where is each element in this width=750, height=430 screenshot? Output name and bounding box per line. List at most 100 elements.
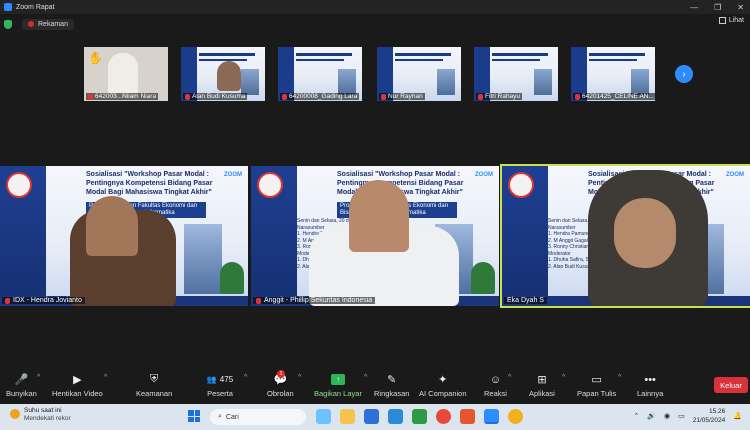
maximize-button[interactable]: ❐ xyxy=(714,3,721,12)
participants-label: Peserta xyxy=(207,389,233,398)
app-icon[interactable] xyxy=(412,409,427,424)
tray-chevron-icon[interactable]: ⌃ xyxy=(633,412,639,420)
video-tile[interactable]: Sosialisasi "Workshop Pasar Modal : Pent… xyxy=(251,166,499,306)
stop-video-button[interactable]: ▶ Hentikan Video xyxy=(52,370,103,404)
recording-label: Rekaman xyxy=(38,20,68,28)
zoom-window: Zoom Rapat — ❐ ✕ Rekaman Lihat ✋ 642003.… xyxy=(0,0,750,430)
reactions-options-caret[interactable]: ^ xyxy=(508,374,511,381)
record-dot-icon xyxy=(28,21,34,27)
thumbnail-tile[interactable]: 64200008_Gading Lara xyxy=(278,47,362,101)
participant-face xyxy=(614,198,676,268)
participant-video xyxy=(217,61,241,91)
leave-button[interactable]: Keluar xyxy=(714,377,748,393)
participants-options-caret[interactable]: ^ xyxy=(244,374,247,381)
mail-app-icon[interactable] xyxy=(388,409,403,424)
camera-icon: ▶ xyxy=(73,374,82,386)
reactions-button[interactable]: ☺ Reaksi xyxy=(484,370,507,404)
participant-name: Anggit - Phillip Sekuritas Indonesia xyxy=(264,297,373,304)
zoom-logo: ZOOM xyxy=(726,172,744,178)
browser-icon[interactable] xyxy=(508,409,523,424)
thumbnail-tile[interactable]: Fitri Rahayu xyxy=(474,47,558,101)
microsoft-store-icon[interactable] xyxy=(364,409,379,424)
thumbnail-tile[interactable]: ✋ 642003...Niiam Niara xyxy=(84,47,168,101)
participant-face xyxy=(86,196,138,256)
battery-icon[interactable]: ▭ xyxy=(678,412,685,420)
weather-widget[interactable]: Suhu saat ini Mendekati rekor xyxy=(10,407,71,423)
window-title: Zoom Rapat xyxy=(16,3,55,11)
view-button[interactable]: Lihat xyxy=(718,17,744,24)
chat-button[interactable]: 💬 1 Obrolan xyxy=(267,370,294,404)
mic-muted-icon xyxy=(256,297,261,304)
ai-companion-button[interactable]: ✦ AI Companion xyxy=(419,370,467,404)
office-app-icon[interactable] xyxy=(460,409,475,424)
more-button[interactable]: ••• Lainnya xyxy=(637,370,663,404)
more-dots-icon: ••• xyxy=(644,373,656,386)
mic-muted-icon xyxy=(478,93,483,100)
apps-label: Aplikasi xyxy=(529,389,555,398)
file-explorer-icon[interactable] xyxy=(340,409,355,424)
thumbnail-tile[interactable]: Nur Rayhan xyxy=(377,47,461,101)
clock-date: 21/05/2024 xyxy=(692,417,726,424)
mic-muted-icon xyxy=(282,93,287,100)
share-options-caret[interactable]: ^ xyxy=(364,374,367,381)
summary-button[interactable]: ✎ Ringkasan xyxy=(374,370,409,404)
ai-companion-label: AI Companion xyxy=(419,389,467,398)
share-screen-button[interactable]: ↑ Bagikan Layar xyxy=(314,370,362,404)
whiteboard-options-caret[interactable]: ^ xyxy=(618,374,621,381)
people-icon: 👥 xyxy=(206,375,217,384)
university-logo xyxy=(508,172,534,198)
mute-button[interactable]: 🎤 Bunyikan xyxy=(6,370,37,404)
apps-options-caret[interactable]: ^ xyxy=(562,374,565,381)
participant-name: Eka Dyah S xyxy=(507,297,544,304)
search-icon: ⌕ xyxy=(218,413,222,420)
recording-indicator[interactable]: Rekaman xyxy=(22,18,74,30)
clock-time: 15.26 xyxy=(709,408,726,415)
video-options-caret[interactable]: ^ xyxy=(104,374,107,381)
participants-count: 475 xyxy=(219,375,234,384)
sun-icon xyxy=(10,409,20,419)
mic-muted-icon xyxy=(185,93,190,100)
participant-name: Alan Budi Kusuma xyxy=(192,93,246,100)
summary-icon: ✎ xyxy=(387,374,397,386)
close-button[interactable]: ✕ xyxy=(737,3,744,12)
chrome-icon[interactable] xyxy=(436,409,451,424)
share-label: Bagikan Layar xyxy=(314,389,362,398)
mic-muted-icon xyxy=(575,93,580,100)
shield-icon: ⛨ xyxy=(150,373,159,385)
security-label: Keamanan xyxy=(136,389,173,398)
grid-view-icon xyxy=(718,17,726,24)
participant-name: IDX - Hendra Jovianto xyxy=(13,297,82,304)
zoom-taskbar-icon[interactable] xyxy=(484,409,499,424)
thumbnail-tile[interactable]: Alan Budi Kusuma xyxy=(181,47,265,101)
next-page-button[interactable]: › xyxy=(675,65,693,83)
title-bar: Zoom Rapat — ❐ ✕ xyxy=(0,0,750,14)
mic-muted-icon xyxy=(5,297,10,304)
taskbar-search[interactable]: ⌕ Cari xyxy=(210,409,306,425)
start-button[interactable] xyxy=(188,410,200,422)
weather-title: Suhu saat ini xyxy=(24,407,62,414)
security-button[interactable]: ⛨ Keamanan xyxy=(136,370,172,404)
weather-subtitle: Mendekati rekor xyxy=(24,415,71,422)
wifi-icon[interactable]: ◉ xyxy=(664,412,670,420)
widgets-app-icon[interactable] xyxy=(316,409,331,424)
participant-name: 642003...Niiam Niara xyxy=(95,93,157,100)
minimize-button[interactable]: — xyxy=(690,3,698,12)
mic-muted-icon xyxy=(381,93,386,100)
apps-button[interactable]: ⊞ Aplikasi xyxy=(529,370,555,404)
clock[interactable]: 15.26 21/05/2024 xyxy=(693,407,726,425)
participants-button[interactable]: 👥 475 Peserta xyxy=(203,370,237,404)
thumbnail-tile[interactable]: 64201425_CELINE AN... xyxy=(571,47,655,101)
active-speaker-tile[interactable]: Sosialisasi "Workshop Pasar Modal : Pent… xyxy=(500,164,750,308)
chat-options-caret[interactable]: ^ xyxy=(298,374,301,381)
os-taskbar: Suhu saat ini Mendekati rekor ⌕ Cari ⌃ 🔊… xyxy=(0,404,750,430)
volume-icon[interactable]: 🔊 xyxy=(647,412,656,420)
raised-hand-icon: ✋ xyxy=(88,51,103,65)
video-tile[interactable]: Sosialisasi "Workshop Pasar Modal : Pent… xyxy=(0,166,248,306)
audio-options-caret[interactable]: ^ xyxy=(37,374,40,381)
notification-bell-icon[interactable]: 🔔 xyxy=(733,412,742,420)
zoom-logo: ZOOM xyxy=(224,172,242,178)
whiteboard-button[interactable]: ▭ Papan Tulis xyxy=(577,370,616,404)
security-shield-icon[interactable] xyxy=(4,19,12,29)
university-logo xyxy=(257,172,283,198)
share-screen-icon: ↑ xyxy=(330,374,345,385)
